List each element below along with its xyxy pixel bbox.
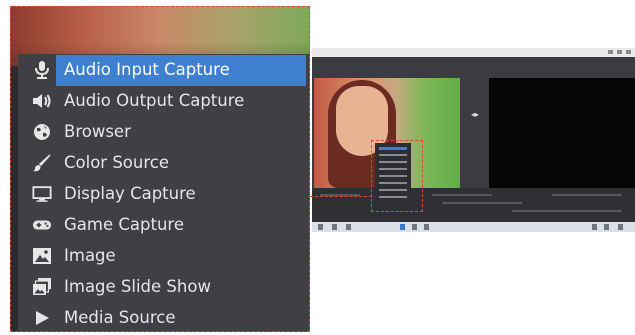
dock-divider [432,194,492,196]
menu-item-image[interactable]: Image [18,241,310,272]
image-icon [32,246,52,266]
maximize-icon[interactable] [617,50,622,54]
bottom-dock-panels [312,188,635,222]
menu-item-display-capture[interactable]: Display Capture [18,179,310,210]
minimize-icon[interactable] [608,50,613,54]
menu-item-image-slide-show[interactable]: Image Slide Show [18,272,310,303]
window-titlebar [312,48,635,57]
taskbar-icon[interactable] [346,224,351,230]
mini-callout-border [371,140,423,212]
panel-edge-strip [10,66,18,332]
transition-arrows-icon[interactable]: ◂▸ [460,110,490,122]
menu-item-label: Browser [64,122,131,141]
zoomed-source-menu-panel: Audio Input Capture Audio Output Capture… [10,6,310,332]
monitor-icon [32,184,52,204]
taskbar-icon[interactable] [400,224,405,230]
slideshow-icon [32,277,52,297]
menu-item-label: Image Slide Show [64,277,211,296]
microphone-icon [32,60,52,80]
menu-item-label: Color Source [64,153,169,172]
callout-connector-line [310,196,372,197]
menu-item-game-capture[interactable]: Game Capture [18,210,310,241]
menu-item-audio-output-capture[interactable]: Audio Output Capture [18,86,310,117]
taskbar-icon[interactable] [618,224,623,230]
play-icon [32,308,52,328]
dock-divider [552,194,622,196]
taskbar [312,222,635,232]
taskbar-icon[interactable] [318,224,323,230]
close-icon[interactable] [626,50,631,54]
menu-item-browser[interactable]: Browser [18,117,310,148]
globe-icon [32,122,52,142]
speaker-icon [32,91,52,111]
gamepad-icon [32,215,52,235]
taskbar-icon[interactable] [412,224,417,230]
menu-item-label: Display Capture [64,184,196,203]
menu-item-label: Media Source [64,308,176,327]
obs-window-thumbnail: ◂▸ [312,48,635,232]
taskbar-icon[interactable] [424,224,429,230]
menu-item-label: Audio Input Capture [64,60,230,79]
taskbar-icon[interactable] [332,224,337,230]
dock-divider [512,210,622,212]
taskbar-icon[interactable] [604,224,609,230]
add-source-menu: Audio Input Capture Audio Output Capture… [18,54,310,332]
menu-item-label: Audio Output Capture [64,91,245,110]
menu-item-media-source[interactable]: Media Source [18,303,310,332]
taskbar-icon[interactable] [592,224,597,230]
brush-icon [32,153,52,173]
menu-item-label: Image [64,246,116,265]
dock-divider [442,202,522,204]
menu-item-label: Game Capture [64,215,184,234]
menu-item-audio-input-capture[interactable]: Audio Input Capture [18,55,310,86]
menu-item-color-source[interactable]: Color Source [18,148,310,179]
program-scene [489,78,635,188]
